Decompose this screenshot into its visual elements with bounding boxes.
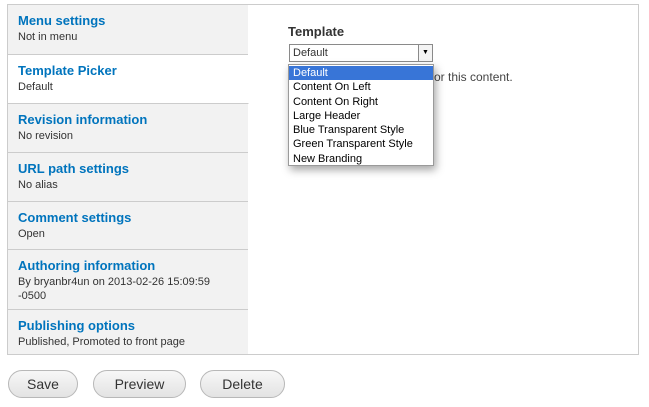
dropdown-option-blue-transparent-style[interactable]: Blue Transparent Style bbox=[289, 123, 433, 137]
vtab-title: Publishing options bbox=[18, 318, 135, 333]
vtab-summary: No revision bbox=[18, 130, 74, 142]
vtab-title: URL path settings bbox=[18, 161, 129, 176]
vertical-tabs-list: Menu settings Not in menu Template Picke… bbox=[8, 5, 249, 354]
template-field-description: or this content. bbox=[434, 70, 513, 84]
save-button[interactable]: Save bbox=[8, 370, 78, 398]
vtab-revision-information[interactable]: Revision information No revision bbox=[8, 104, 248, 153]
template-select[interactable]: Default ▼ bbox=[289, 44, 433, 62]
vtab-authoring-information[interactable]: Authoring information By bryanbr4un on 2… bbox=[8, 250, 248, 310]
vtab-summary: Not in menu bbox=[18, 31, 78, 43]
vtab-summary: By bryanbr4un on 2013-02-26 15:09:59 -05… bbox=[18, 276, 211, 302]
vtab-url-path-settings[interactable]: URL path settings No alias bbox=[8, 153, 248, 202]
vtab-menu-settings[interactable]: Menu settings Not in menu bbox=[8, 5, 248, 55]
vtab-template-picker[interactable]: Template Picker Default bbox=[8, 55, 249, 104]
vtab-publishing-options[interactable]: Publishing options Published, Promoted t… bbox=[8, 310, 248, 354]
vtab-title: Template Picker bbox=[18, 63, 117, 78]
template-select-value: Default bbox=[293, 47, 328, 59]
template-dropdown-list: Default Content On Left Content On Right… bbox=[288, 64, 434, 166]
template-field-label: Template bbox=[288, 24, 345, 39]
vtab-comment-settings[interactable]: Comment settings Open bbox=[8, 202, 248, 250]
vtab-summary: Published, Promoted to front page bbox=[18, 336, 185, 348]
dropdown-option-content-on-right[interactable]: Content On Right bbox=[289, 95, 433, 109]
preview-button[interactable]: Preview bbox=[93, 370, 186, 398]
dropdown-option-large-header[interactable]: Large Header bbox=[289, 109, 433, 123]
dropdown-option-content-on-left[interactable]: Content On Left bbox=[289, 80, 433, 94]
dropdown-option-new-branding[interactable]: New Branding bbox=[289, 152, 433, 166]
delete-button[interactable]: Delete bbox=[200, 370, 285, 398]
vtab-title: Comment settings bbox=[18, 210, 132, 225]
vtab-title: Revision information bbox=[18, 112, 148, 127]
vtab-title: Authoring information bbox=[18, 258, 156, 273]
dropdown-option-green-transparent-style[interactable]: Green Transparent Style bbox=[289, 137, 433, 151]
dropdown-option-default[interactable]: Default bbox=[289, 66, 433, 81]
vtab-summary: Default bbox=[18, 81, 53, 93]
vtab-title: Menu settings bbox=[18, 13, 106, 28]
dropdown-arrow-icon[interactable]: ▼ bbox=[418, 45, 432, 61]
vtab-summary: Open bbox=[18, 228, 45, 240]
vtab-summary: No alias bbox=[18, 179, 58, 191]
